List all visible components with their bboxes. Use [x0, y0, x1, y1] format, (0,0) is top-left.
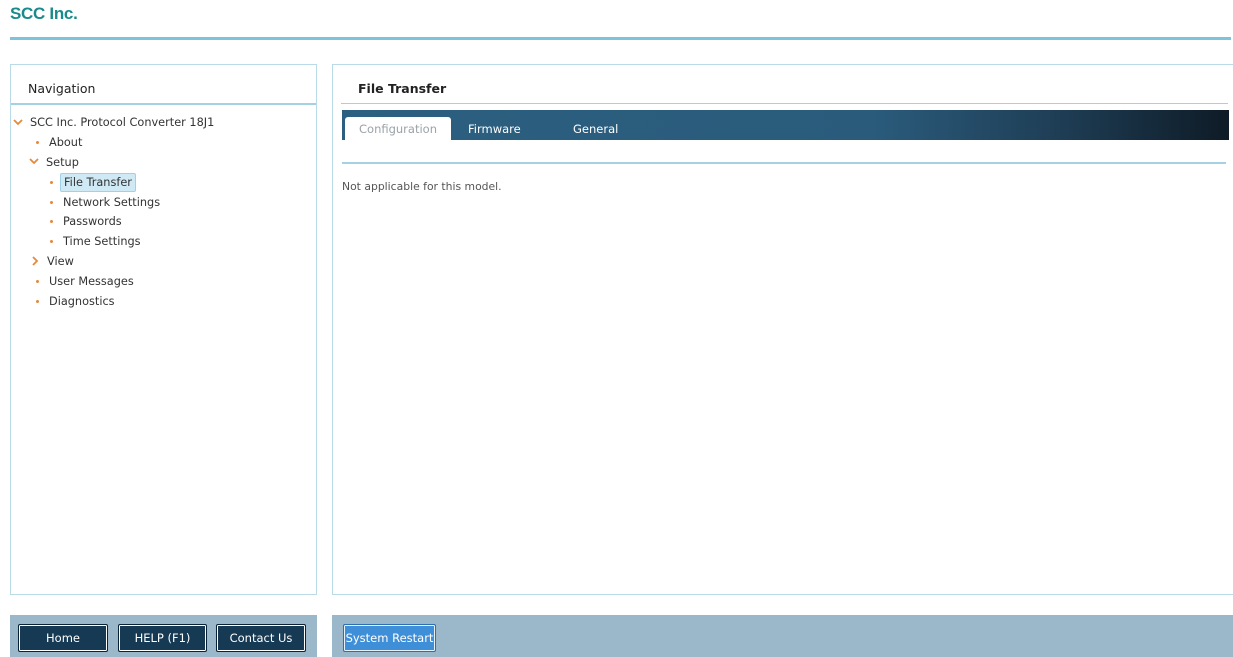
tree-item-label[interactable]: Setup: [43, 154, 82, 171]
tree-item-diagnostics[interactable]: Diagnostics: [11, 291, 316, 311]
not-applicable-message: Not applicable for this model.: [342, 180, 502, 193]
tab-firmware[interactable]: Firmware: [454, 117, 535, 140]
tree-item-label[interactable]: View: [44, 253, 77, 270]
tab-content-divider: [342, 162, 1226, 164]
footer-navigation-bar: Home HELP (F1) Contact Us: [10, 615, 317, 657]
help-button[interactable]: HELP (F1): [118, 624, 207, 652]
page-title: File Transfer: [358, 81, 447, 96]
tree-item-file-transfer[interactable]: File Transfer: [11, 172, 316, 192]
tree-item-label[interactable]: Time Settings: [60, 233, 144, 250]
tree-item-time-settings[interactable]: Time Settings: [11, 232, 316, 252]
title-divider: [341, 103, 1228, 104]
bullet-icon: [50, 240, 53, 244]
navigation-title: Navigation: [28, 81, 96, 96]
tree-item-label[interactable]: SCC Inc. Protocol Converter 18J1: [27, 114, 217, 131]
tab-general[interactable]: General: [559, 117, 632, 140]
footer-action-bar: System Restart: [332, 615, 1233, 657]
tree-item-label[interactable]: About: [46, 134, 85, 151]
bullet-icon: [36, 279, 39, 283]
tab-configuration[interactable]: Configuration: [345, 117, 451, 140]
tree-item-passwords[interactable]: Passwords: [11, 212, 316, 232]
company-logo: SCC Inc.: [10, 4, 78, 23]
bullet-icon: [50, 220, 53, 224]
home-button[interactable]: Home: [18, 624, 108, 652]
tree-item-protocol-converter[interactable]: SCC Inc. Protocol Converter 18J1: [11, 113, 316, 133]
tree-item-about[interactable]: About: [11, 133, 316, 153]
tree-item-label[interactable]: File Transfer: [60, 172, 136, 192]
tree-item-setup[interactable]: Setup: [11, 153, 316, 173]
chevron-down-icon[interactable]: [13, 117, 23, 127]
tree-item-label[interactable]: Network Settings: [60, 194, 163, 211]
bullet-icon: [50, 200, 53, 204]
content-panel: File Transfer Configuration Firmware Gen…: [332, 64, 1233, 595]
tree-item-view[interactable]: View: [11, 252, 316, 272]
navigation-tree: SCC Inc. Protocol Converter 18J1 About S…: [11, 113, 316, 311]
bullet-icon: [36, 299, 39, 303]
tab-bar: Configuration Firmware General: [342, 110, 1229, 140]
chevron-right-icon[interactable]: [30, 256, 40, 267]
navigation-title-divider: [11, 103, 316, 105]
bullet-icon: [50, 180, 53, 184]
tree-item-label[interactable]: Diagnostics: [46, 293, 118, 310]
header-divider: [10, 37, 1231, 40]
tree-item-user-messages[interactable]: User Messages: [11, 271, 316, 291]
system-restart-button[interactable]: System Restart: [343, 624, 436, 652]
tree-item-network-settings[interactable]: Network Settings: [11, 192, 316, 212]
contact-us-button[interactable]: Contact Us: [216, 624, 306, 652]
chevron-down-icon[interactable]: [29, 156, 39, 166]
bullet-icon: [36, 141, 39, 145]
tree-item-label[interactable]: Passwords: [60, 213, 125, 230]
navigation-panel: Navigation SCC Inc. Protocol Converter 1…: [10, 64, 317, 595]
tree-item-label[interactable]: User Messages: [46, 273, 137, 290]
